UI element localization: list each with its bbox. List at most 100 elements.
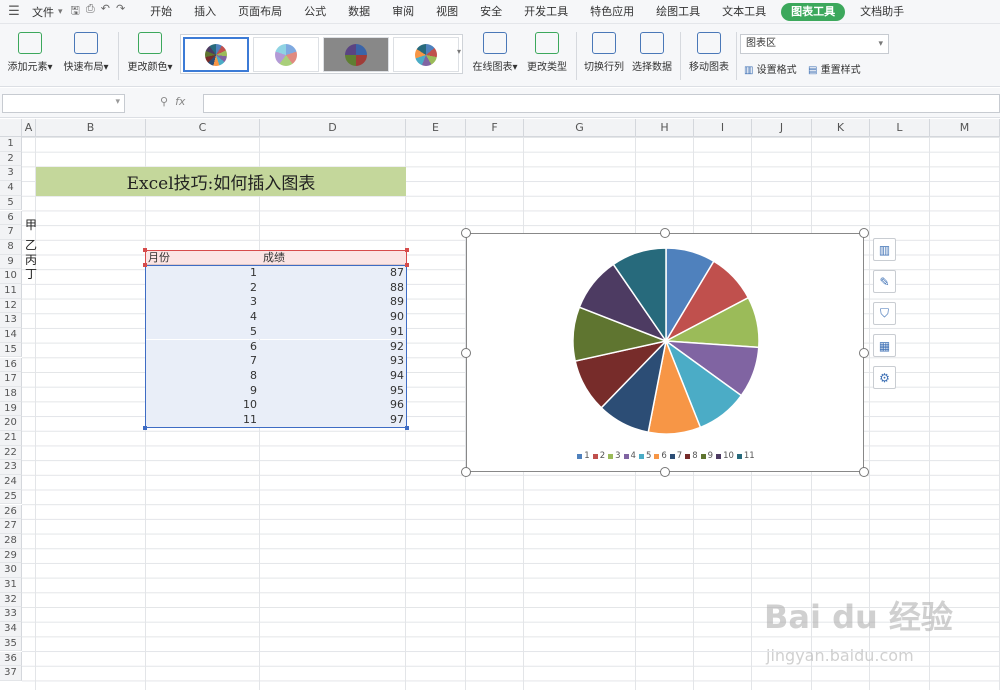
- fx-icon[interactable]: fx: [175, 95, 185, 108]
- cell-score[interactable]: 90: [260, 310, 407, 325]
- change-type-button[interactable]: 更改类型: [526, 28, 568, 73]
- range-handle[interactable]: [143, 263, 147, 267]
- row-header-24[interactable]: 24: [0, 475, 22, 490]
- legend-item-5[interactable]: 5: [638, 451, 651, 461]
- tab-6[interactable]: 视图: [425, 0, 469, 24]
- column-header-H[interactable]: H: [636, 119, 694, 137]
- row-header-1[interactable]: 1: [0, 137, 22, 152]
- legend-item-3[interactable]: 3: [608, 451, 621, 461]
- legend-item-9[interactable]: 9: [700, 451, 713, 461]
- row-header-3[interactable]: 3: [0, 166, 22, 182]
- chevron-down-icon[interactable]: ▾: [58, 7, 63, 17]
- row-header-23[interactable]: 23: [0, 460, 22, 476]
- chart-resize-handle[interactable]: [859, 467, 869, 477]
- row-header-17[interactable]: 17: [0, 372, 22, 387]
- cell-month[interactable]: 4: [145, 310, 260, 325]
- cell-month[interactable]: 8: [145, 368, 260, 384]
- column-header-J[interactable]: J: [752, 119, 812, 137]
- chart-resize-handle[interactable]: [461, 467, 471, 477]
- tab-0[interactable]: 开始: [139, 0, 183, 24]
- range-handle[interactable]: [405, 248, 409, 252]
- row-header-31[interactable]: 31: [0, 578, 22, 593]
- range-handle[interactable]: [405, 263, 409, 267]
- print-icon[interactable]: ⎙: [86, 2, 95, 21]
- gallery-scroll-icon[interactable]: ▾: [457, 47, 461, 56]
- tab-1[interactable]: 插入: [183, 0, 227, 24]
- chart-legend[interactable]: 1 2 3 4 5 6 7 8 9 10 11: [467, 451, 865, 461]
- select-data-button[interactable]: 选择数据: [630, 28, 674, 73]
- name-box[interactable]: [2, 94, 125, 113]
- row-header-34[interactable]: 34: [0, 622, 22, 637]
- row-header-26[interactable]: 26: [0, 504, 22, 520]
- row-header-33[interactable]: 33: [0, 607, 22, 623]
- row-header-12[interactable]: 12: [0, 298, 22, 314]
- chart-resize-handle[interactable]: [461, 228, 471, 238]
- tab-7[interactable]: 安全: [469, 0, 513, 24]
- cell-month[interactable]: 3: [145, 295, 260, 311]
- cell-month[interactable]: 11: [145, 413, 260, 428]
- legend-item-2[interactable]: 2: [592, 451, 605, 461]
- chart-filter-button[interactable]: ⛉: [873, 302, 896, 325]
- chart-elements-button[interactable]: ▥: [873, 238, 896, 261]
- pie-chart[interactable]: 1 2 3 4 5 6 7 8 9 10 11: [466, 233, 864, 472]
- reset-style-button[interactable]: ▤ 重置样式: [808, 61, 861, 76]
- row-header-9[interactable]: 9: [0, 254, 22, 270]
- chart-style-1[interactable]: [183, 37, 249, 72]
- tab-12[interactable]: 图表工具: [781, 2, 846, 21]
- chart-resize-handle[interactable]: [660, 467, 670, 477]
- side-label[interactable]: 丁: [25, 265, 37, 282]
- redo-icon[interactable]: ↷: [116, 2, 125, 21]
- row-header-8[interactable]: 8: [0, 239, 22, 255]
- switch-row-col-button[interactable]: 切换行列: [582, 28, 626, 73]
- chart-style-4[interactable]: [393, 37, 459, 72]
- move-chart-button[interactable]: 移动图表: [686, 28, 732, 73]
- row-header-7[interactable]: 7: [0, 225, 22, 240]
- legend-item-6[interactable]: 6: [654, 451, 667, 461]
- cell-score[interactable]: 87: [260, 266, 407, 281]
- tab-10[interactable]: 绘图工具: [645, 0, 711, 24]
- quick-layout-button[interactable]: 快速布局▾: [60, 28, 112, 73]
- row-header-16[interactable]: 16: [0, 357, 22, 373]
- tab-4[interactable]: 数据: [337, 0, 381, 24]
- range-handle[interactable]: [405, 426, 409, 430]
- range-handle[interactable]: [143, 248, 147, 252]
- row-header-37[interactable]: 37: [0, 666, 22, 681]
- set-format-button[interactable]: ▥ 设置格式: [744, 61, 797, 76]
- zoom-icon[interactable]: ⚲: [160, 95, 168, 108]
- column-header-F[interactable]: F: [466, 119, 524, 137]
- row-header-6[interactable]: 6: [0, 210, 22, 226]
- column-header-A[interactable]: A: [22, 119, 36, 137]
- cell-month[interactable]: 6: [145, 339, 260, 355]
- row-header-10[interactable]: 10: [0, 269, 22, 284]
- cell-month[interactable]: 10: [145, 398, 260, 413]
- cell-score[interactable]: 93: [260, 354, 407, 369]
- row-header-35[interactable]: 35: [0, 636, 22, 652]
- row-header-30[interactable]: 30: [0, 563, 22, 578]
- row-header-22[interactable]: 22: [0, 445, 22, 461]
- cell-month[interactable]: 5: [145, 324, 260, 340]
- cell-month[interactable]: 1: [145, 266, 260, 281]
- tab-13[interactable]: 文档助手: [849, 0, 915, 24]
- tab-11[interactable]: 文本工具: [711, 0, 777, 24]
- row-header-18[interactable]: 18: [0, 386, 22, 402]
- chart-settings-button[interactable]: ⚙: [873, 366, 896, 389]
- chart-style-2[interactable]: [253, 37, 319, 72]
- tab-2[interactable]: 页面布局: [227, 0, 293, 24]
- legend-item-11[interactable]: 11: [736, 451, 755, 461]
- row-header-20[interactable]: 20: [0, 416, 22, 431]
- row-header-25[interactable]: 25: [0, 489, 22, 505]
- tab-5[interactable]: 审阅: [381, 0, 425, 24]
- row-header-19[interactable]: 19: [0, 401, 22, 417]
- cell-score[interactable]: 88: [260, 280, 407, 296]
- sheet-title[interactable]: Excel技巧:如何插入图表: [36, 167, 406, 196]
- column-header-K[interactable]: K: [812, 119, 870, 137]
- cell-month[interactable]: 7: [145, 354, 260, 369]
- row-header-27[interactable]: 27: [0, 519, 22, 534]
- select-all-corner[interactable]: [0, 119, 22, 137]
- online-chart-side-button[interactable]: ▦: [873, 334, 896, 357]
- row-header-32[interactable]: 32: [0, 592, 22, 608]
- cell-score[interactable]: 92: [260, 339, 407, 355]
- range-handle[interactable]: [143, 426, 147, 430]
- column-header-M[interactable]: M: [930, 119, 1000, 137]
- formula-input[interactable]: [203, 94, 1000, 113]
